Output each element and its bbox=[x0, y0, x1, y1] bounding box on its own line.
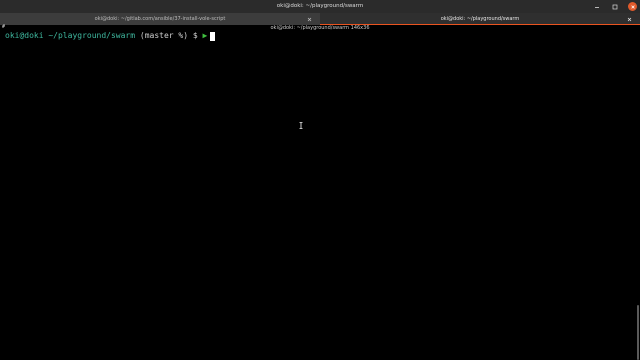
tab-ansible-script[interactable]: oki@doki: ~/gitlab.com/ansible/37-instal… bbox=[0, 13, 320, 25]
terminal-window: oki@doki: ~/playground/swarm oki@doki: ~… bbox=[0, 0, 640, 360]
tab-label: oki@doki: ~/gitlab.com/ansible/37-instal… bbox=[94, 16, 226, 22]
prompt-arrow-icon: ▶ bbox=[202, 31, 208, 40]
prompt-line: oki@doki ~/playground/swarm (master %) $… bbox=[5, 31, 216, 41]
prompt-branch: (master %) bbox=[139, 31, 189, 40]
window-controls bbox=[592, 1, 637, 12]
ibeam-cursor-icon bbox=[299, 114, 303, 129]
scrollbar[interactable] bbox=[637, 305, 639, 360]
maximize-icon[interactable] bbox=[610, 2, 620, 12]
title-bar[interactable]: oki@doki: ~/playground/swarm bbox=[0, 0, 640, 14]
tab-bar: oki@doki: ~/gitlab.com/ansible/37-instal… bbox=[0, 13, 640, 25]
close-icon[interactable] bbox=[626, 16, 632, 22]
minimize-icon[interactable] bbox=[592, 2, 602, 12]
tab-label: oki@doki: ~/playground/swarm bbox=[440, 15, 520, 22]
prompt-user-host: oki@doki bbox=[5, 31, 44, 40]
tab-swarm[interactable]: oki@doki: ~/playground/swarm bbox=[320, 13, 640, 25]
window-title: oki@doki: ~/playground/swarm bbox=[276, 3, 364, 9]
terminal-area[interactable]: # oki@doki: ~/playground/swarm 146x36 ok… bbox=[0, 25, 640, 360]
prompt-path: ~/playground/swarm bbox=[48, 31, 136, 40]
close-icon[interactable] bbox=[306, 16, 312, 22]
close-icon[interactable] bbox=[628, 2, 637, 11]
text-cursor bbox=[210, 31, 216, 41]
